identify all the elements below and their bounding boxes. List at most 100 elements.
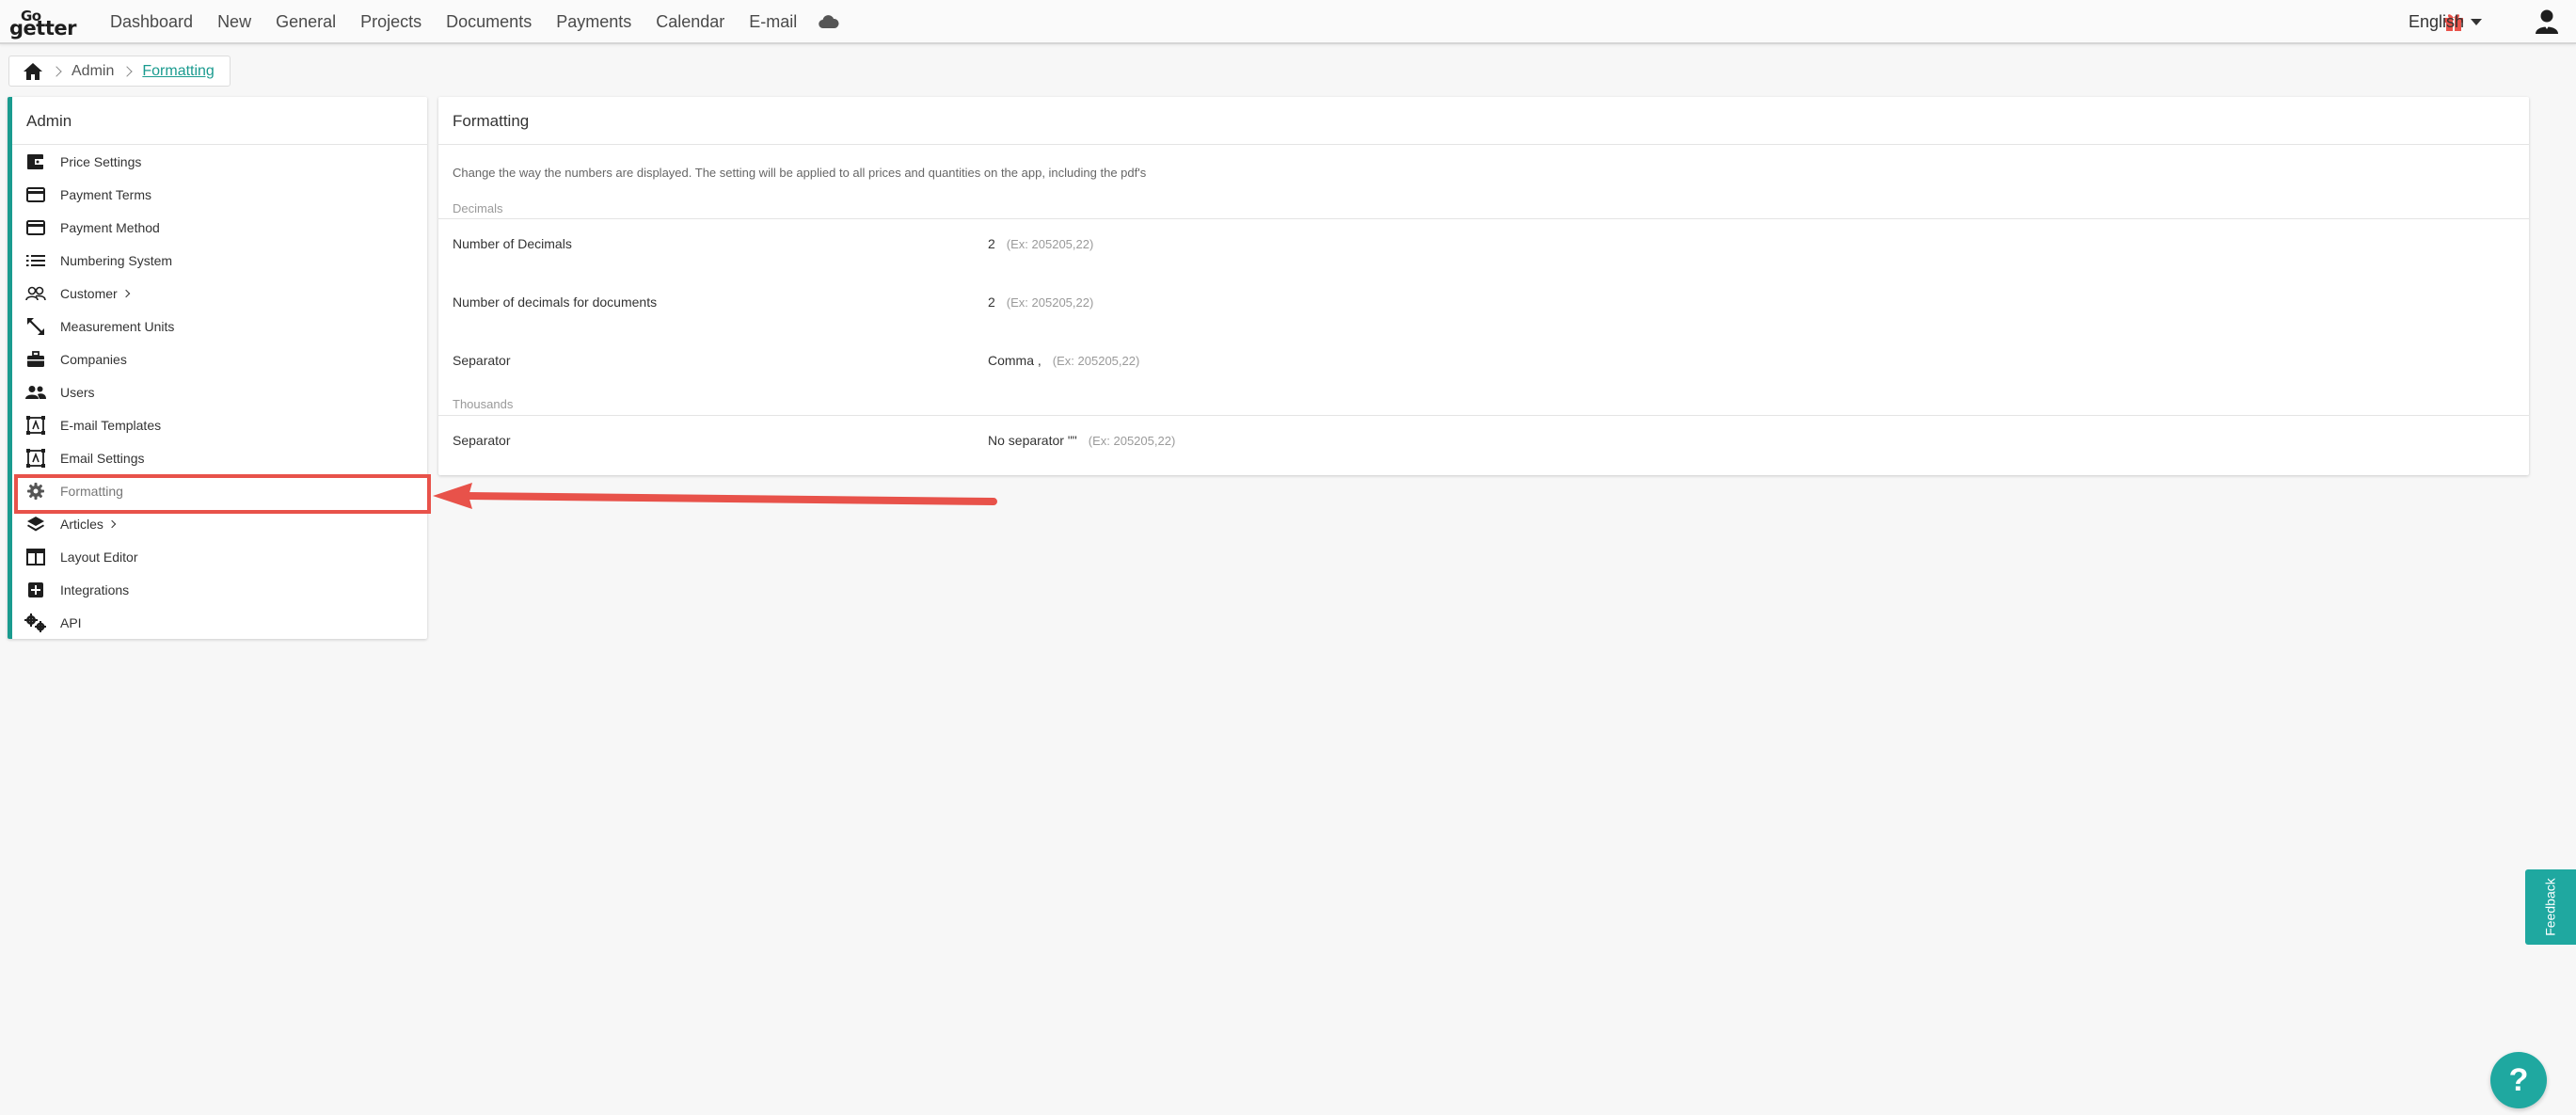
sidebar-item-label: E-mail Templates [60, 417, 162, 433]
credit-card-icon [24, 218, 47, 237]
decimal-separator-example: (Ex: 205205,22) [1052, 354, 1140, 368]
breadcrumb: Admin Formatting [8, 56, 231, 87]
sidebar-item-customer[interactable]: Customer [12, 277, 427, 310]
question-mark-icon: ? [2508, 1061, 2529, 1098]
sidebar-menu: Price Settings Payment Terms Payment Met… [12, 145, 427, 639]
help-button[interactable]: ? [2490, 1052, 2547, 1108]
thousands-separator-select[interactable]: No separator "" [988, 433, 1077, 448]
sidebar-item-label: Numbering System [60, 252, 173, 268]
sidebar-item-label: Email Settings [60, 450, 145, 466]
chevron-right-icon [121, 289, 130, 297]
decimal-separator-label: Separator [453, 353, 511, 368]
num-decimals-label: Number of Decimals [453, 236, 572, 251]
resize-arrows-icon [24, 317, 47, 336]
nav-documents[interactable]: Documents [434, 0, 544, 44]
template-icon [24, 448, 47, 468]
sidebar-item-email-templates[interactable]: E-mail Templates [12, 408, 427, 441]
nav-projects[interactable]: Projects [348, 0, 434, 44]
breadcrumb-admin[interactable]: Admin [72, 63, 114, 80]
gogetter-logo[interactable]: Go getter [9, 8, 81, 40]
sidebar-item-formatting[interactable]: Formatting [12, 474, 427, 507]
chevron-right-icon [107, 519, 117, 528]
decimal-separator-value[interactable]: Comma , (Ex: 205205,22) [988, 353, 1139, 368]
divider [438, 415, 2529, 416]
sidebar-item-label: Price Settings [60, 153, 142, 169]
layout-icon [24, 548, 47, 566]
sidebar-item-email-settings[interactable]: Email Settings [12, 441, 427, 474]
sidebar-item-layout-editor[interactable]: Layout Editor [12, 540, 427, 573]
feedback-tab[interactable]: Feedback [2525, 869, 2576, 945]
decimals-section-label: Decimals [453, 201, 503, 215]
sidebar-item-label: Companies [60, 351, 127, 367]
nav-new[interactable]: New [205, 0, 263, 44]
users-icon [24, 383, 47, 402]
breadcrumb-formatting[interactable]: Formatting [142, 63, 214, 80]
num-decimals-select[interactable]: 2 [988, 236, 995, 251]
divider [438, 218, 2529, 219]
wallet-icon [24, 152, 47, 171]
sidebar-item-label: Layout Editor [60, 549, 138, 565]
sidebar-item-label: Payment Terms [60, 186, 151, 202]
num-decimals-docs-select[interactable]: 2 [988, 295, 995, 310]
sidebar-item-label: API [60, 614, 82, 630]
num-decimals-docs-label: Number of decimals for documents [453, 295, 658, 310]
sidebar-item-payment-method[interactable]: Payment Method [12, 211, 427, 244]
thousands-separator-label: Separator [453, 433, 511, 448]
thousands-separator-example: (Ex: 205205,22) [1088, 434, 1176, 448]
panel-description: Change the way the numbers are displayed… [453, 166, 1147, 180]
layers-icon [24, 515, 47, 534]
caret-down-icon [2471, 19, 2483, 25]
nav-email[interactable]: E-mail [737, 0, 809, 44]
sidebar-item-label: Formatting [60, 483, 123, 499]
briefcase-icon [24, 350, 47, 369]
nav-dashboard[interactable]: Dashboard [98, 0, 205, 44]
sidebar-item-label: Articles [60, 516, 103, 532]
cloud-icon[interactable] [813, 0, 845, 44]
sidebar-item-label: Integrations [60, 581, 130, 597]
nav-calendar[interactable]: Calendar [644, 0, 737, 44]
sidebar-title: Admin [12, 97, 427, 145]
sidebar-item-users[interactable]: Users [12, 375, 427, 408]
chevron-right-icon [121, 65, 134, 77]
top-navbar: Go getter Dashboard New General Projects… [0, 0, 2576, 44]
annotation-arrow [433, 483, 997, 509]
plus-square-icon [24, 581, 47, 599]
num-decimals-value[interactable]: 2 (Ex: 205205,22) [988, 236, 1093, 251]
gears-icon [24, 613, 47, 632]
chevron-right-icon [51, 65, 62, 77]
sidebar-item-label: Payment Method [60, 219, 160, 235]
feedback-label: Feedback [2543, 878, 2559, 936]
sidebar-item-api[interactable]: API [12, 606, 427, 639]
users-outline-icon [24, 284, 47, 303]
nav-general[interactable]: General [263, 0, 348, 44]
main-nav: Dashboard New General Projects Documents… [98, 0, 845, 44]
language-label: English [2409, 12, 2465, 31]
sidebar-item-companies[interactable]: Companies [12, 342, 427, 375]
logo-text-bottom: getter [9, 17, 76, 40]
panel-title: Formatting [438, 97, 2529, 145]
gear-icon [24, 482, 47, 501]
thousands-separator-value[interactable]: No separator "" (Ex: 205205,22) [988, 433, 1175, 448]
sidebar-item-price-settings[interactable]: Price Settings [12, 145, 427, 178]
sidebar-item-measurement-units[interactable]: Measurement Units [12, 310, 427, 342]
credit-card-icon [24, 185, 47, 204]
template-icon [24, 415, 47, 435]
thousands-section-label: Thousands [453, 397, 514, 411]
num-decimals-docs-value[interactable]: 2 (Ex: 205205,22) [988, 295, 1093, 310]
num-decimals-example: (Ex: 205205,22) [1006, 237, 1094, 251]
language-dropdown[interactable]: English [2409, 0, 2483, 44]
formatting-panel: Formatting Change the way the numbers ar… [438, 97, 2529, 475]
num-decimals-docs-example: (Ex: 205205,22) [1006, 295, 1094, 310]
sidebar-item-numbering-system[interactable]: Numbering System [12, 244, 427, 277]
home-icon[interactable] [23, 62, 43, 81]
list-icon [24, 251, 47, 270]
user-icon[interactable] [2535, 8, 2559, 35]
sidebar-item-label: Users [60, 384, 95, 400]
admin-sidebar: Admin Price Settings Payment Terms Payme… [8, 97, 431, 639]
nav-payments[interactable]: Payments [544, 0, 644, 44]
sidebar-item-integrations[interactable]: Integrations [12, 573, 427, 606]
decimal-separator-select[interactable]: Comma , [988, 353, 1042, 368]
sidebar-item-label: Customer [60, 285, 118, 301]
sidebar-item-payment-terms[interactable]: Payment Terms [12, 178, 427, 211]
sidebar-item-articles[interactable]: Articles [12, 507, 427, 540]
